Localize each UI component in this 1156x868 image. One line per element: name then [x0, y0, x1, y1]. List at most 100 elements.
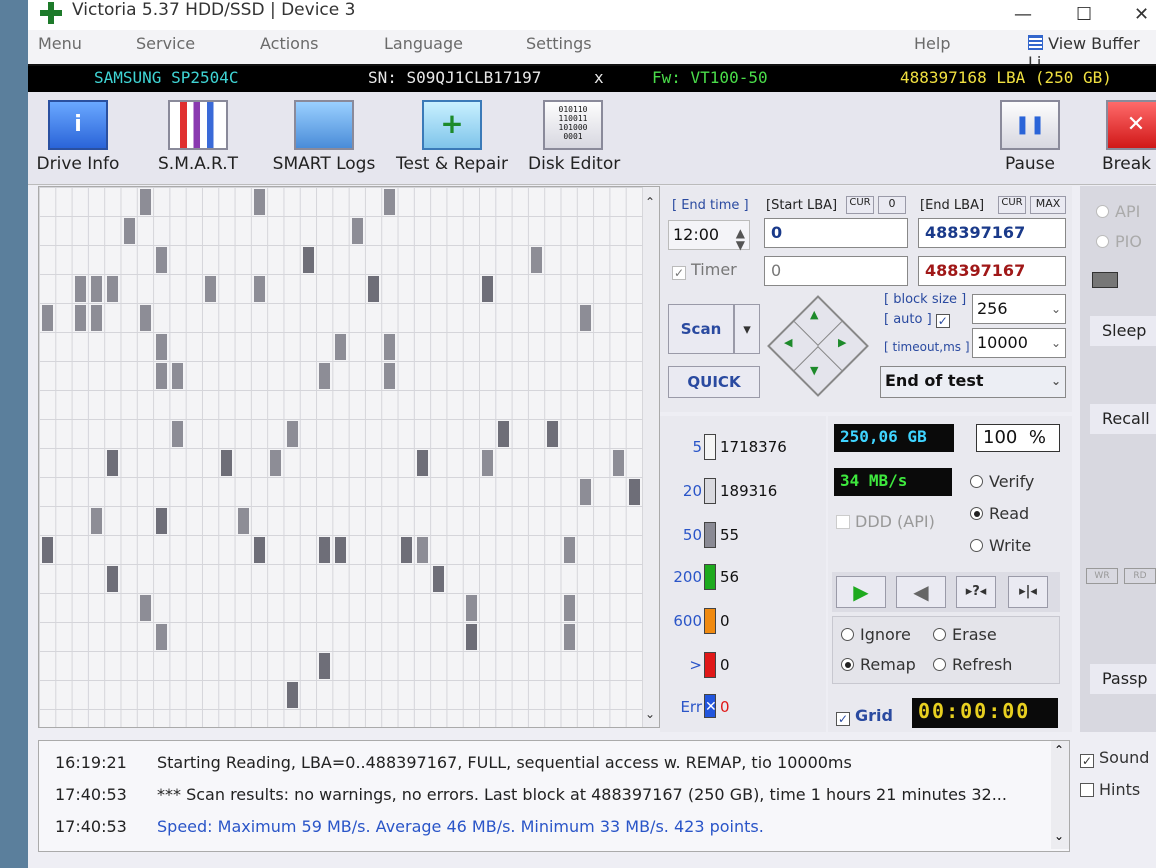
scan-map-grid: ⌃ ⌄	[38, 186, 660, 728]
sound-label: Sound	[1099, 748, 1150, 767]
scan-block	[416, 450, 428, 476]
start-lba-label: [Start LBA]	[766, 198, 838, 213]
play-back-button[interactable]: ◀	[896, 576, 946, 608]
ignore-radio[interactable]: Ignore	[841, 625, 911, 644]
read-radio[interactable]: Read	[970, 504, 1029, 523]
start-lba-cur-button[interactable]: CUR	[846, 196, 874, 214]
direction-up-button[interactable]	[793, 297, 843, 346]
ddd-label: DDD (API)	[855, 512, 935, 531]
radio-icon	[1096, 235, 1109, 248]
hints-checkbox[interactable]: Hints	[1080, 780, 1140, 799]
menu-item-settings[interactable]: Settings	[526, 34, 592, 53]
scan-block	[465, 595, 477, 621]
drive-model: SAMSUNG SP2504C	[94, 68, 239, 87]
scroll-down-icon[interactable]: ⌄	[645, 707, 655, 721]
stat-count: 55	[720, 526, 740, 544]
skip-end-icon[interactable]: ▸|◂	[1008, 576, 1048, 608]
scan-block	[123, 218, 135, 244]
progress-panel: 250,06 GB 100 % 34 MB/s DDD (API) Verify…	[828, 416, 1072, 732]
start-lba-zero-button[interactable]: 0	[878, 196, 906, 214]
stat-count: 1718376	[720, 438, 787, 456]
log-time: 17:40:53	[55, 817, 127, 836]
skip-unknown-icon[interactable]: ▸?◂	[956, 576, 996, 608]
pause-label: Pause	[1005, 154, 1055, 174]
refresh-radio[interactable]: Refresh	[933, 655, 1012, 674]
scanned-size-display: 250,06 GB	[834, 424, 954, 452]
smart-button[interactable]: S.M.A.R.T	[156, 100, 240, 182]
menu-item-help[interactable]: Help	[914, 34, 950, 53]
menu-item-menu[interactable]: Menu	[38, 34, 82, 53]
recall-button[interactable]: Recall	[1090, 404, 1156, 434]
close-button[interactable]: ✕	[1134, 4, 1149, 25]
scan-block	[319, 653, 331, 679]
spin-arrows-icon[interactable]: ▲ ▼	[736, 227, 745, 251]
remap-radio[interactable]: Remap	[841, 655, 916, 674]
repair-action-group: Ignore Erase Remap Refresh	[832, 616, 1060, 684]
menu-item-service[interactable]: Service	[136, 34, 195, 53]
smart-logs-label: SMART Logs	[272, 154, 376, 174]
scan-block	[107, 450, 119, 476]
pio-radio[interactable]: PIO	[1096, 232, 1142, 251]
start-lba-secondary: 0	[764, 256, 908, 286]
log-message: Starting Reading, LBA=0..488397167, FULL…	[157, 753, 852, 772]
test-repair-button[interactable]: + Test & Repair	[396, 100, 508, 182]
end-of-test-select[interactable]: End of test ⌄	[880, 366, 1066, 398]
stat-row-600: 600 0	[660, 606, 840, 636]
menu-item-language[interactable]: Language	[384, 34, 463, 53]
api-label: API	[1115, 202, 1141, 221]
scan-button[interactable]: Scan	[668, 304, 734, 354]
write-radio[interactable]: Write	[970, 536, 1031, 555]
close-drive-icon[interactable]: x	[594, 68, 604, 87]
scan-block	[465, 624, 477, 650]
stat-swatch	[704, 478, 716, 504]
smart-logs-button[interactable]: SMART Logs	[272, 100, 376, 182]
speed-display: 34 MB/s	[834, 468, 952, 496]
chevron-down-icon: ⌄	[1050, 302, 1061, 316]
stat-threshold: >	[689, 656, 702, 674]
scan-map-scrollbar[interactable]: ⌃ ⌄	[643, 187, 659, 727]
log-scrollbar[interactable]: ⌃ ⌄	[1051, 741, 1069, 849]
menu-bar: Menu Service Actions Language Settings H…	[28, 30, 1156, 72]
sound-check-icon: ✓	[1080, 754, 1094, 768]
verify-radio[interactable]: Verify	[970, 472, 1034, 491]
ddd-api-checkbox[interactable]: DDD (API)	[836, 512, 935, 531]
timer-label: Timer	[691, 260, 737, 279]
grid-background	[39, 187, 643, 727]
quick-button[interactable]: QUICK	[668, 366, 760, 398]
scan-dropdown-icon[interactable]: ▾	[734, 304, 760, 354]
scan-block	[253, 537, 265, 563]
sound-checkbox[interactable]: ✓ Sound	[1080, 748, 1149, 768]
block-stats-panel: 5 1718376 20 189316 50 55 200 56 600 0 >…	[660, 416, 826, 732]
minimize-button[interactable]: —	[1014, 4, 1032, 25]
end-lba-input[interactable]: 488397167	[918, 218, 1066, 248]
break-button[interactable]: ✕ Break A	[1098, 100, 1156, 182]
menu-item-actions[interactable]: Actions	[260, 34, 318, 53]
block-size-value: 256	[977, 299, 1008, 318]
end-time-spinner[interactable]: 12:00 ▲ ▼	[668, 220, 750, 251]
end-lba-cur-button[interactable]: CUR	[998, 196, 1026, 214]
remap-label: Remap	[860, 655, 916, 674]
scroll-down-icon[interactable]: ⌄	[1054, 829, 1064, 843]
pause-button[interactable]: ❚❚ Pause	[998, 100, 1062, 182]
refresh-label: Refresh	[952, 655, 1013, 674]
passp-button[interactable]: Passp	[1090, 664, 1156, 694]
scroll-up-icon[interactable]: ⌃	[1054, 743, 1064, 757]
timer-checkbox[interactable]: ✓ Timer	[672, 260, 737, 280]
drive-info-button[interactable]: i Drive Info	[36, 100, 120, 182]
auto-checkbox[interactable]: [ auto ] ✓	[884, 312, 955, 328]
block-size-select[interactable]: 256 ⌄	[972, 294, 1066, 324]
grid-checkbox[interactable]: ✓ Grid	[836, 706, 893, 726]
scroll-up-icon[interactable]: ⌃	[645, 195, 655, 209]
timeout-select[interactable]: 10000 ⌄	[972, 328, 1066, 358]
api-radio[interactable]: API	[1096, 202, 1140, 221]
scan-block	[172, 363, 184, 389]
erase-radio[interactable]: Erase	[933, 625, 997, 644]
scan-block	[107, 566, 119, 592]
disk-editor-button[interactable]: 010110 110011 101000 0001 Disk Editor	[528, 100, 620, 182]
play-button[interactable]: ▶	[836, 576, 886, 608]
maximize-button[interactable]: ☐	[1076, 4, 1092, 25]
scan-block	[42, 305, 53, 331]
sleep-button[interactable]: Sleep	[1090, 316, 1156, 346]
start-lba-input[interactable]: 0	[764, 218, 908, 248]
end-lba-max-button[interactable]: MAX	[1030, 196, 1066, 214]
